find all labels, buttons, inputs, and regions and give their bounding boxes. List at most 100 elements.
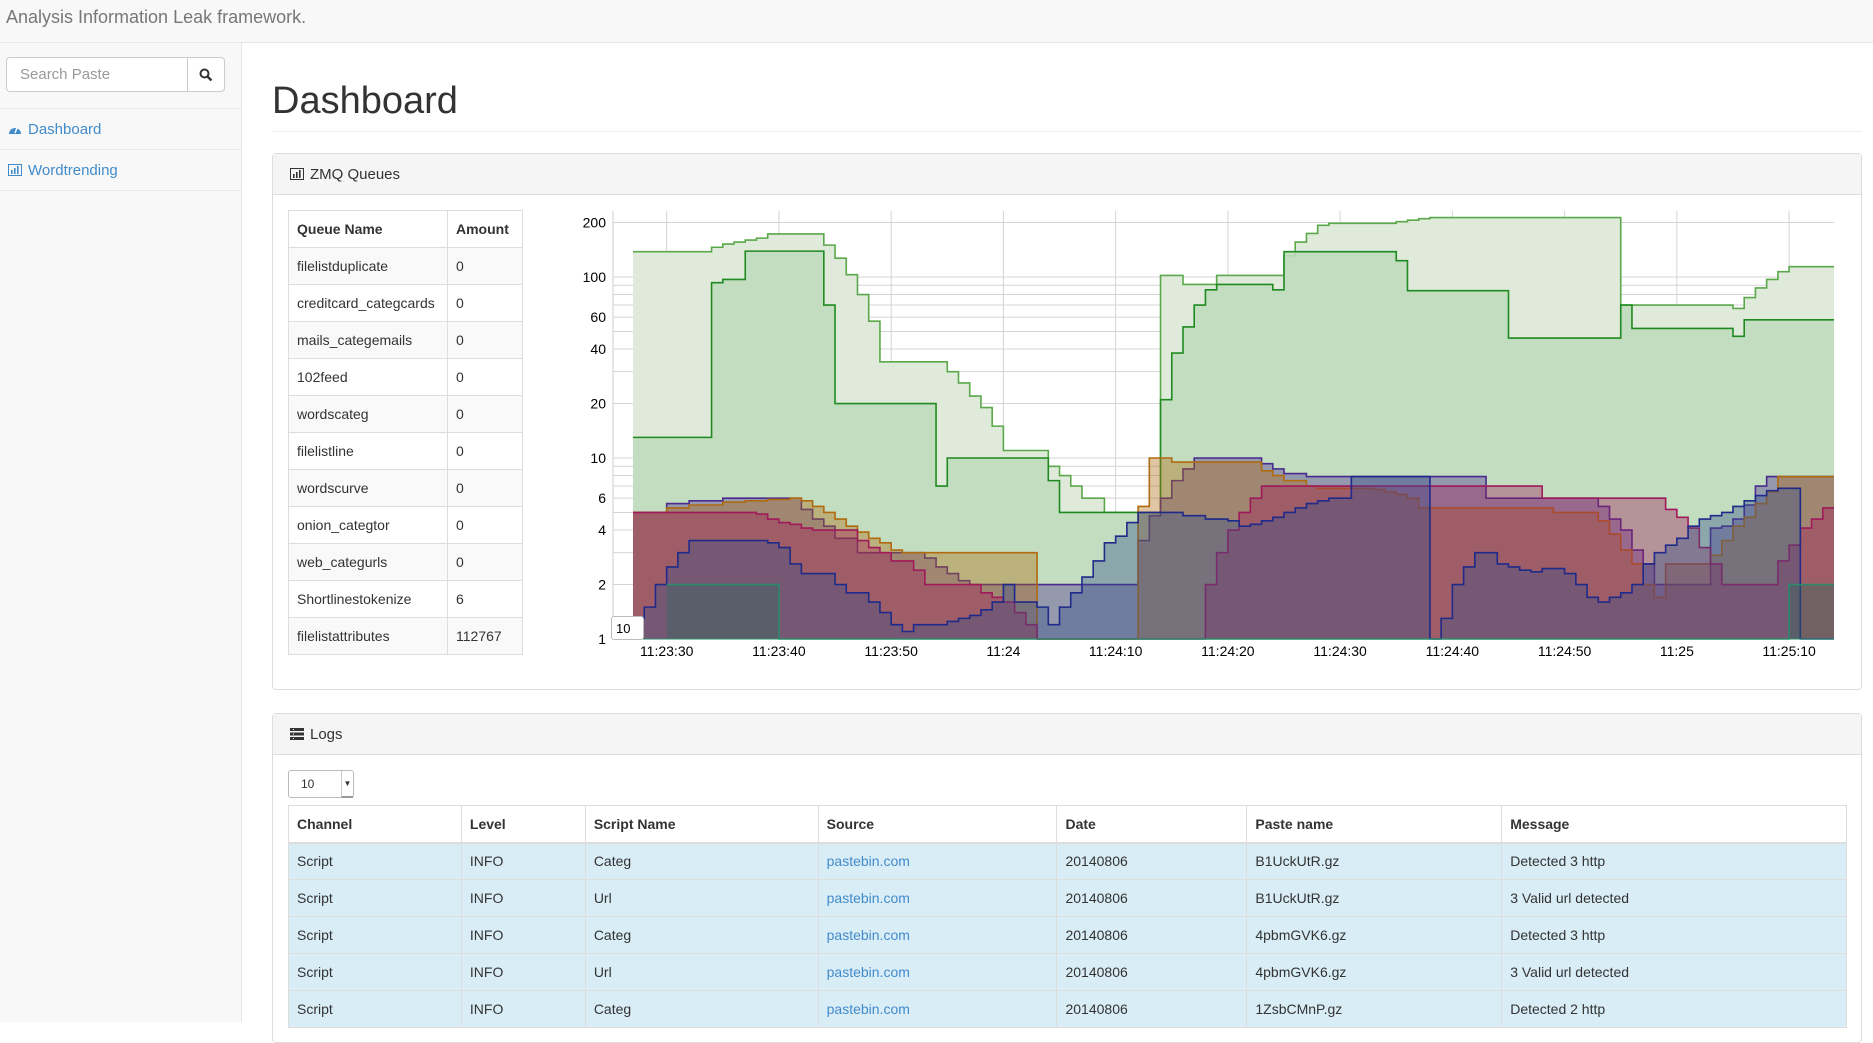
search-input[interactable] bbox=[7, 58, 187, 91]
script-name-cell: Url bbox=[584, 953, 819, 991]
table-row: wordscateg 0 bbox=[288, 395, 523, 433]
table-header-row: Queue Name Amount bbox=[288, 210, 523, 248]
panel-title: Logs bbox=[310, 725, 343, 743]
queue-chart-svg: 11:23:30 11:23:40 11:23:50 11:24 11:24:10 11:… bbox=[583, 103, 1835, 659]
table-row: onion_categtor 0 bbox=[288, 506, 523, 544]
table-row[interactable]: Script INFO Url pastebin.com 20140806 B1UckUt… bbox=[288, 879, 1847, 917]
sidebar-nav: Dashboard Wordtrending bbox=[0, 108, 241, 191]
column-header[interactable]: Paste name bbox=[1246, 805, 1503, 844]
zmq-chart: 11:23:30 11:23:40 11:23:50 11:24 11:24:10 11:… bbox=[560, 103, 1860, 670]
channel-cell: Script bbox=[288, 842, 462, 880]
table-row: filelistattributes 112767 bbox=[288, 617, 523, 655]
queue-amount: 0 bbox=[447, 247, 523, 285]
table-row[interactable]: Script INFO Categ pastebin.com 20140806 B1Uck… bbox=[288, 842, 1847, 880]
x-tick-label: 11:24 bbox=[986, 643, 1020, 659]
column-header[interactable]: Message bbox=[1501, 805, 1847, 844]
chevron-down-icon: ▼ bbox=[341, 771, 353, 798]
source-link[interactable]: pastebin.com bbox=[817, 953, 1058, 991]
y-tick-label: 4 bbox=[598, 522, 606, 538]
queue-name: filelistattributes bbox=[288, 617, 448, 655]
column-header[interactable]: Script Name bbox=[584, 805, 819, 844]
paste-name-cell: 4pbmGVK6.gz bbox=[1246, 916, 1503, 954]
queue-name: filelistduplicate bbox=[288, 247, 448, 285]
queue-amount: 6 bbox=[447, 580, 523, 618]
x-tick-label: 11:23:50 bbox=[864, 643, 918, 659]
queue-amount: 112767 bbox=[447, 617, 523, 655]
y-tick-label: 2 bbox=[598, 577, 606, 593]
table-row: filelistline 0 bbox=[288, 432, 523, 470]
level-cell: INFO bbox=[460, 953, 586, 991]
table-row: mails_categemails 0 bbox=[288, 321, 523, 359]
list-icon bbox=[290, 728, 304, 740]
queue-name: 102feed bbox=[288, 358, 448, 396]
message-cell: Detected 3 http bbox=[1501, 842, 1847, 880]
paste-name-cell: B1UckUtR.gz bbox=[1246, 879, 1503, 917]
x-tick-label: 11:24:20 bbox=[1201, 643, 1255, 659]
source-link[interactable]: pastebin.com bbox=[817, 842, 1058, 880]
table-row: wordscurve 0 bbox=[288, 469, 523, 507]
brand-title[interactable]: Analysis Information Leak framework. bbox=[6, 7, 306, 28]
x-tick-label: 11:24:40 bbox=[1426, 643, 1480, 659]
message-cell: 3 Valid url detected bbox=[1501, 953, 1847, 991]
source-link[interactable]: pastebin.com bbox=[817, 879, 1058, 917]
queue-name: onion_categtor bbox=[288, 506, 448, 544]
queue-amount: 0 bbox=[447, 506, 523, 544]
date-cell: 20140806 bbox=[1056, 916, 1248, 954]
x-tick-label: 11:24:50 bbox=[1538, 643, 1592, 659]
queue-name: mails_categemails bbox=[288, 321, 448, 359]
queue-amount: 0 bbox=[447, 432, 523, 470]
channel-cell: Script bbox=[288, 916, 462, 954]
panel-title: ZMQ Queues bbox=[310, 165, 401, 183]
script-name-cell: Url bbox=[584, 879, 819, 917]
column-header[interactable]: Level bbox=[460, 805, 586, 844]
page-size-value: 10 bbox=[301, 777, 315, 791]
date-cell: 20140806 bbox=[1056, 842, 1248, 880]
sidebar-item-dashboard[interactable]: Dashboard bbox=[0, 109, 241, 150]
queue-amount: 0 bbox=[447, 321, 523, 359]
date-cell: 20140806 bbox=[1056, 953, 1248, 991]
level-cell: INFO bbox=[460, 916, 586, 954]
table-row[interactable]: Script INFO Url pastebin.com 20140806 4pbmGVK… bbox=[288, 953, 1847, 991]
table-row: creditcard_categcards 0 bbox=[288, 284, 523, 322]
bar-chart-icon bbox=[290, 168, 304, 180]
script-name-cell: Categ bbox=[584, 916, 819, 954]
script-name-cell: Categ bbox=[584, 842, 819, 880]
paste-name-cell: 4pbmGVK6.gz bbox=[1246, 953, 1503, 991]
paste-name-cell: B1UckUtR.gz bbox=[1246, 842, 1503, 880]
date-cell: 20140806 bbox=[1056, 879, 1248, 917]
page-size-select[interactable]: 10 ▼ bbox=[288, 770, 354, 798]
x-tick-label: 11:24:30 bbox=[1313, 643, 1367, 659]
y-tick-label: 60 bbox=[590, 309, 606, 325]
column-header[interactable]: Channel bbox=[288, 805, 462, 844]
column-header: Amount bbox=[447, 210, 523, 248]
queue-amount: 0 bbox=[447, 358, 523, 396]
queue-amount: 0 bbox=[447, 284, 523, 322]
sidebar-item-wordtrending[interactable]: Wordtrending bbox=[0, 150, 241, 191]
column-header: Queue Name bbox=[288, 210, 448, 248]
sidebar-item-label: Dashboard bbox=[28, 120, 102, 138]
queue-name: wordscateg bbox=[288, 395, 448, 433]
page-title: Dashboard bbox=[272, 80, 458, 122]
search-group bbox=[6, 57, 225, 92]
logs-panel: Logs 10 ▼ Channel Level Script Name Source D… bbox=[272, 713, 1862, 1043]
bar-chart-icon bbox=[8, 164, 22, 176]
queue-name: filelistline bbox=[288, 432, 448, 470]
queue-name: wordscurve bbox=[288, 469, 448, 507]
divider bbox=[272, 131, 1862, 132]
roll-period-input[interactable] bbox=[611, 616, 644, 640]
queue-name: Shortlinestokenize bbox=[288, 580, 448, 618]
y-tick-label: 20 bbox=[590, 396, 606, 412]
panel-heading: Logs bbox=[273, 714, 1861, 755]
column-header[interactable]: Source bbox=[817, 805, 1058, 844]
logs-table: Channel Level Script Name Source Date Paste n… bbox=[288, 805, 1847, 1028]
queue-amount: 0 bbox=[447, 469, 523, 507]
x-tick-label: 11:23:30 bbox=[640, 643, 694, 659]
queue-name: web_categurls bbox=[288, 543, 448, 581]
y-tick-label: 40 bbox=[590, 341, 606, 357]
column-header[interactable]: Date bbox=[1056, 805, 1248, 844]
search-button[interactable] bbox=[187, 58, 224, 91]
source-link[interactable]: pastebin.com bbox=[817, 916, 1058, 954]
table-row[interactable]: Script INFO Categ pastebin.com 20140806 4pbmG… bbox=[288, 916, 1847, 954]
table-row: web_categurls 0 bbox=[288, 543, 523, 581]
queue-amount: 0 bbox=[447, 395, 523, 433]
